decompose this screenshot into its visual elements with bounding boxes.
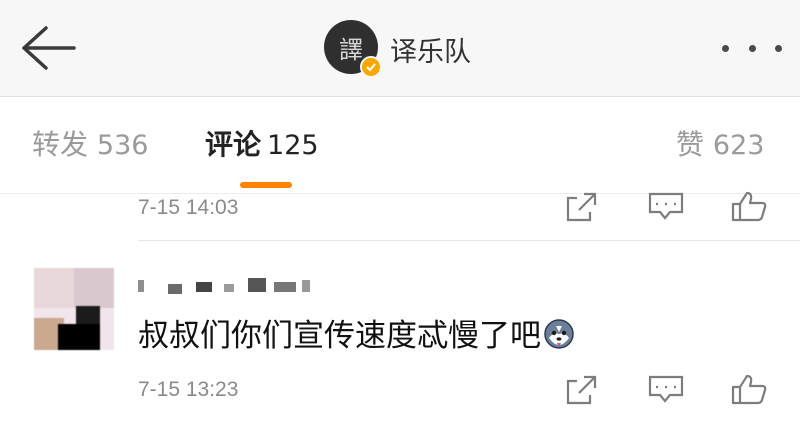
comment-icon[interactable] <box>646 192 686 228</box>
share-icon[interactable] <box>562 192 602 228</box>
comment-text: 叔叔们你们宣传速度忒慢了吧 <box>138 310 575 355</box>
top-bar: 譯 译乐队 <box>0 0 800 97</box>
like-icon[interactable] <box>730 190 770 226</box>
active-tab-indicator <box>240 182 292 188</box>
tab-comment-label: 评论 <box>205 128 262 161</box>
username-obscured[interactable] <box>138 272 318 296</box>
tab-repost[interactable]: 转发 536 <box>32 123 148 163</box>
husky-emoji-icon <box>543 318 575 350</box>
tab-bar: 转发 536 评论 125 赞 623 <box>0 97 800 194</box>
avatar[interactable] <box>34 268 114 350</box>
tab-like-count: 623 <box>712 130 765 161</box>
tab-like[interactable]: 赞 623 <box>676 123 764 163</box>
like-icon[interactable] <box>730 373 770 409</box>
comment-text-body: 叔叔们你们宣传速度忒慢了吧 <box>138 318 541 354</box>
more-dots-icon[interactable] <box>722 40 782 56</box>
tab-repost-label: 转发 <box>32 128 89 161</box>
comment-time: 7-15 14:03 <box>138 196 239 219</box>
tab-like-label: 赞 <box>676 128 705 161</box>
tab-repost-count: 536 <box>96 130 149 161</box>
tab-comment[interactable]: 评论 125 <box>205 123 319 163</box>
account-name[interactable]: 译乐队 <box>390 30 471 69</box>
account-avatar[interactable]: 譯 <box>324 20 382 78</box>
back-arrow-icon[interactable] <box>18 24 78 72</box>
comment-icon[interactable] <box>646 375 686 411</box>
share-icon[interactable] <box>562 375 602 411</box>
tab-comment-count: 125 <box>267 130 319 161</box>
comment-divider <box>138 240 800 241</box>
comment-time: 7-15 13:23 <box>138 378 239 401</box>
verified-badge-icon <box>360 56 382 78</box>
